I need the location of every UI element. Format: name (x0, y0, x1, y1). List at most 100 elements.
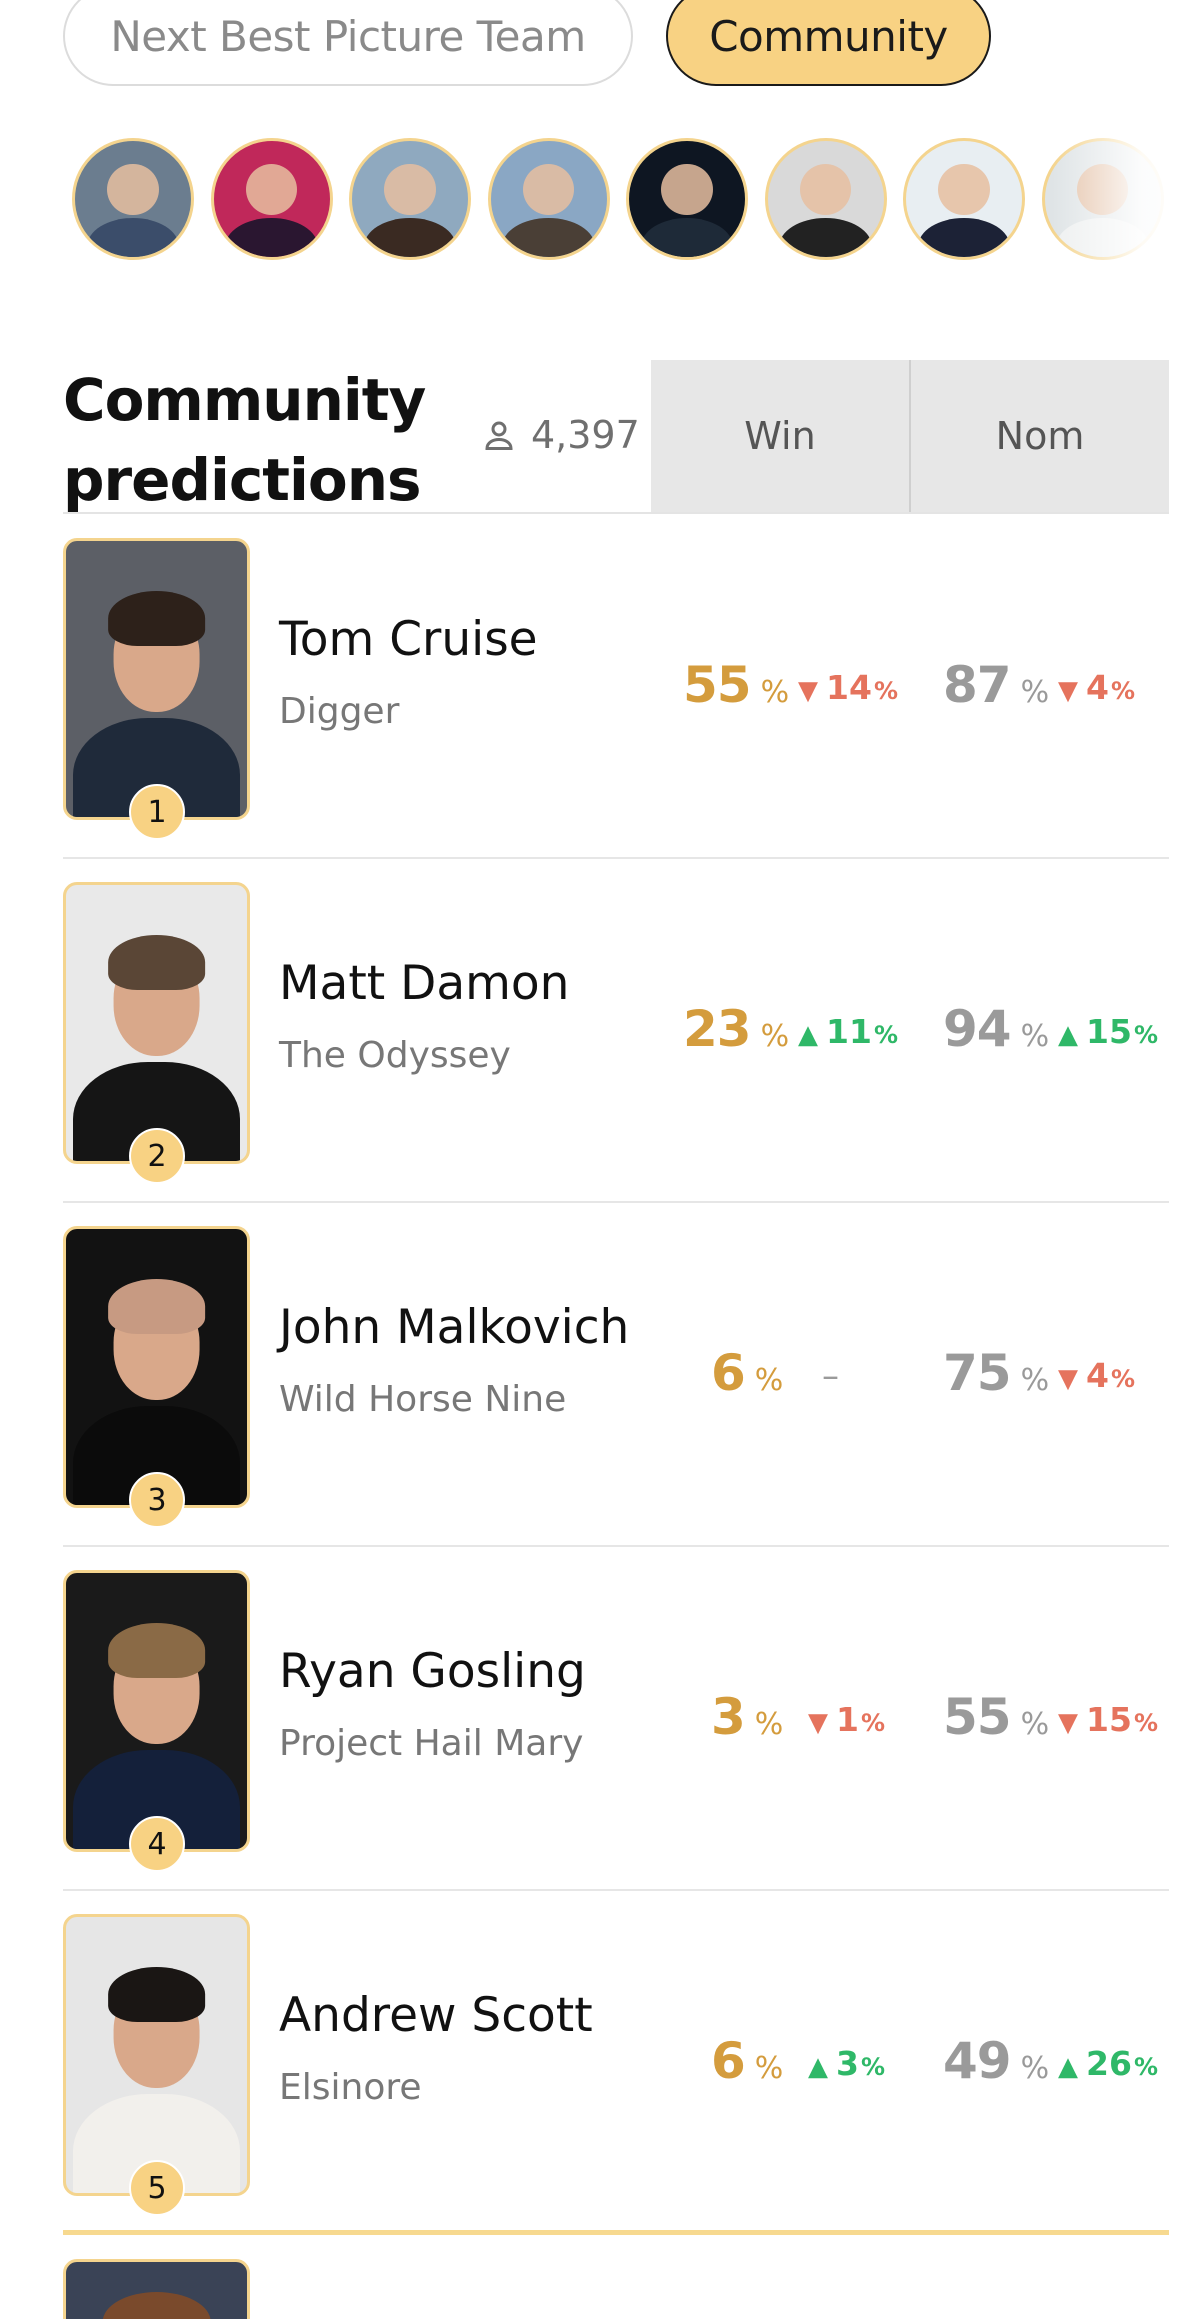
avatar-body (917, 217, 1011, 257)
nominee-photo[interactable] (63, 538, 250, 820)
arrow-down-icon: ▼ (798, 676, 818, 706)
change-value: 26 (1086, 2044, 1132, 2083)
win-percentage: 6 % (711, 2032, 783, 2090)
percent-sign: % (760, 675, 790, 710)
next-row-photo[interactable] (63, 2259, 250, 2319)
percent-sign: % (860, 1709, 886, 1737)
arrow-up-icon: ▲ (1058, 2052, 1078, 2082)
prediction-row[interactable]: 2 Matt Damon The Odyssey 23 % ▲ 11 % 94 … (63, 860, 1169, 1203)
tab-community[interactable]: Community (666, 0, 991, 86)
avatar-3[interactable] (349, 138, 471, 260)
photo-hair-shape (107, 1966, 206, 2022)
avatar-face (938, 164, 990, 216)
change-value: 11 (826, 1012, 872, 1051)
nom-percentage: 94 % (943, 1000, 1049, 1058)
avatar-face (245, 164, 297, 216)
percent-sign: % (1110, 1365, 1136, 1393)
nominee-name[interactable]: Andrew Scott (279, 1988, 593, 2043)
percent-sign: % (754, 1363, 784, 1398)
nominee-photo[interactable] (63, 1570, 250, 1852)
film-title: Project Hail Mary (279, 1723, 584, 1764)
win-percentage: 23 % (683, 1000, 789, 1058)
page-title: Community predictions (63, 360, 426, 520)
percent-sign: % (754, 2051, 784, 2086)
win-change: ▲ 3 % (808, 2044, 885, 2083)
avatar-4[interactable] (487, 138, 610, 260)
column-header-nom[interactable]: Nom (911, 360, 1169, 512)
photo-hair-shape (107, 1622, 206, 1678)
nom-value: 55 (943, 1688, 1012, 1746)
column-header-win[interactable]: Win (651, 360, 909, 512)
nominee-name[interactable]: Tom Cruise (279, 612, 538, 667)
avatar-body (640, 217, 734, 257)
nom-value: 94 (943, 1000, 1012, 1058)
win-percentage: 55 % (683, 656, 789, 714)
avatar-1[interactable] (72, 138, 194, 260)
nom-percentage: 55 % (943, 1688, 1049, 1746)
nom-percentage: 49 % (943, 2032, 1049, 2090)
nominee-name[interactable]: Ryan Gosling (279, 1644, 586, 1699)
arrow-up-icon: ▲ (808, 2052, 828, 2082)
arrow-down-icon: ▼ (808, 1708, 828, 1738)
nom-change: ▲ 15 % (1058, 1012, 1158, 1051)
nom-value: 87 (943, 656, 1012, 714)
user-count: 4,397 (481, 412, 640, 458)
win-change: ▼ 1 % (808, 1700, 885, 1739)
film-title: Digger (279, 691, 400, 732)
prediction-row[interactable]: 4 Ryan Gosling Project Hail Mary 3 % ▼ 1… (63, 1548, 1169, 1891)
win-value: 23 (683, 1000, 752, 1058)
percent-sign: % (860, 2053, 886, 2081)
percent-sign: % (1110, 677, 1136, 705)
photo-hair-shape (107, 590, 206, 646)
avatar-face (522, 164, 574, 216)
avatar-7[interactable] (903, 138, 1025, 260)
percent-sign: % (1133, 2053, 1158, 2081)
arrow-up-icon: ▲ (1058, 1020, 1078, 1050)
nominee-photo[interactable] (63, 882, 250, 1164)
nom-value: 49 (943, 2032, 1012, 2090)
avatar-5[interactable] (626, 138, 748, 260)
nom-change: ▼ 4 % (1058, 668, 1135, 707)
nom-change: ▼ 15 % (1058, 1700, 1158, 1739)
win-value: 6 (711, 2032, 746, 2090)
percent-sign: % (1133, 1709, 1158, 1737)
prediction-row[interactable]: 3 John Malkovich Wild Horse Nine 6 % – 7… (63, 1204, 1169, 1547)
avatar-strip-fade (1052, 138, 1200, 268)
nominee-photo[interactable] (63, 1914, 250, 2196)
tab-next-best-picture-team[interactable]: Next Best Picture Team (63, 0, 633, 86)
percent-sign: % (1020, 1019, 1050, 1054)
change-value: 15 (1086, 1012, 1132, 1051)
user-count-value: 4,397 (531, 413, 640, 457)
rank-badge: 3 (129, 1472, 185, 1528)
nominee-name[interactable]: John Malkovich (279, 1300, 629, 1355)
prediction-row[interactable]: 1 Tom Cruise Digger 55 % ▼ 14 % 87 % ▼ 4… (63, 516, 1169, 859)
predictions-header: Community predictions 4,397 Win Nom (63, 360, 1169, 514)
win-value: 3 (711, 1688, 746, 1746)
win-value: 6 (711, 1344, 746, 1402)
percent-sign: % (1020, 1707, 1050, 1742)
hair-shape (102, 2292, 211, 2319)
nom-percentage: 87 % (943, 656, 1049, 714)
film-title: Wild Horse Nine (279, 1379, 567, 1420)
win-value: 55 (683, 656, 752, 714)
film-title: The Odyssey (279, 1035, 511, 1076)
percent-sign: % (754, 1707, 784, 1742)
arrow-down-icon: ▼ (1058, 1364, 1078, 1394)
nom-percentage: 75 % (943, 1344, 1049, 1402)
win-change: – (822, 1356, 839, 1396)
title-line-2: predictions (63, 446, 422, 514)
avatar-body (363, 217, 457, 257)
prediction-row[interactable]: 5 Andrew Scott Elsinore 6 % ▲ 3 % 49 % ▲… (63, 1892, 1169, 2235)
avatar-strip (72, 138, 1200, 268)
percent-sign: % (1133, 1021, 1158, 1049)
nominee-name[interactable]: Matt Damon (279, 956, 569, 1011)
nom-change: ▼ 4 % (1058, 1356, 1135, 1395)
nominee-photo[interactable] (63, 1226, 250, 1508)
change-value: 4 (1086, 668, 1109, 707)
nom-change: ▲ 26 % (1058, 2044, 1158, 2083)
avatar-6[interactable] (764, 138, 887, 260)
nom-value: 75 (943, 1344, 1012, 1402)
avatar-2[interactable] (210, 138, 333, 260)
rank-badge: 1 (129, 784, 185, 840)
rank-badge: 5 (129, 2160, 185, 2216)
